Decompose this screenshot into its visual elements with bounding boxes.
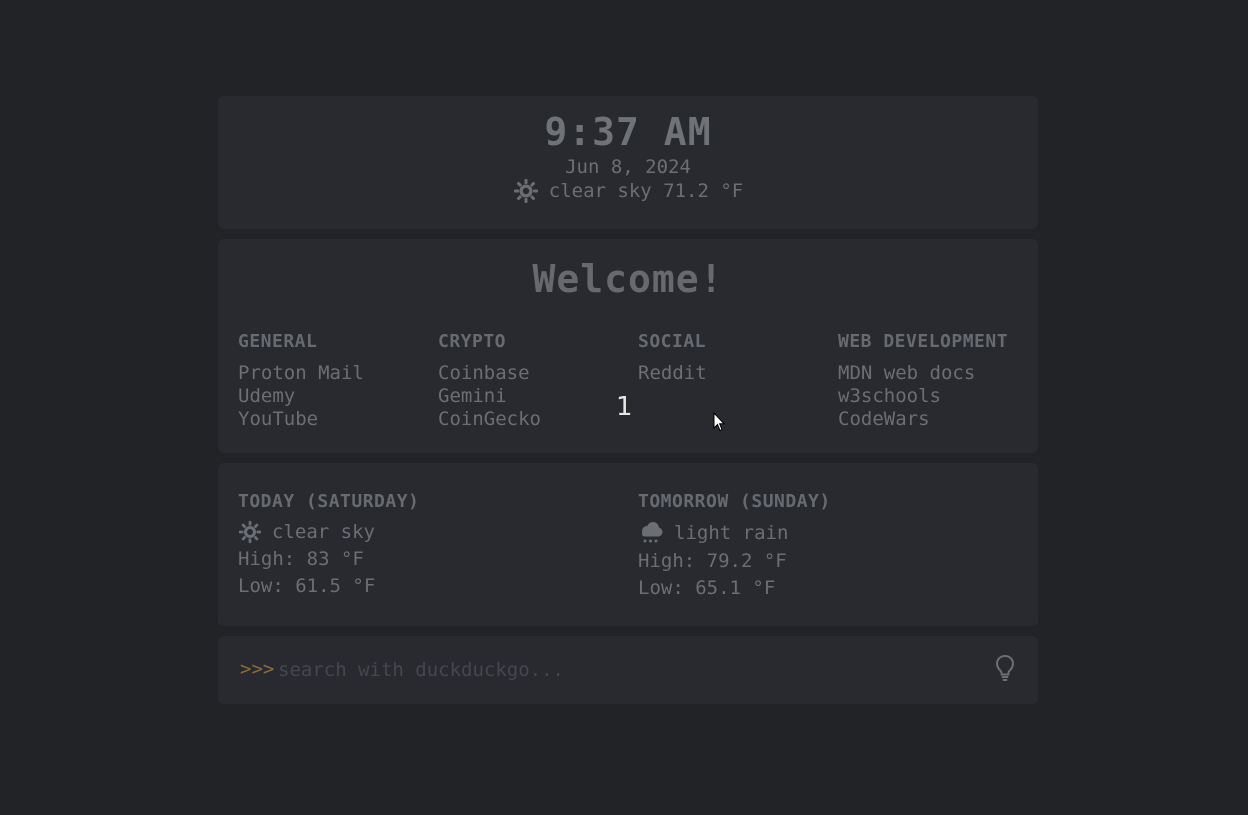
forecast-panel: TODAY (SATURDAY) clear sky High: 83 °F L… xyxy=(218,463,1038,626)
forecast-condition-text: clear sky xyxy=(272,521,375,543)
bookmark-link[interactable]: Reddit xyxy=(638,362,838,385)
bookmark-link[interactable]: Gemini xyxy=(438,385,638,408)
forecast-high: High: 83 °F xyxy=(238,548,364,570)
bookmark-group-web-development: WEB DEVELOPMENT MDN web docs w3schools C… xyxy=(838,331,1038,431)
rain-cloud-icon xyxy=(638,520,664,546)
forecast-low: Low: 61.5 °F xyxy=(238,575,376,597)
forecast-condition-text: light rain xyxy=(674,522,789,544)
bookmark-link[interactable]: MDN web docs xyxy=(838,362,1038,385)
search-input[interactable] xyxy=(278,652,958,688)
bookmark-group-general: GENERAL Proton Mail Udemy YouTube xyxy=(238,331,438,431)
current-weather-text: clear sky 71.2 °F xyxy=(548,180,744,202)
forecast-high: High: 79.2 °F xyxy=(638,550,787,572)
forecast-heading: TOMORROW (SUNDAY) xyxy=(638,491,831,512)
bookmark-group-crypto: CRYPTO Coinbase Gemini CoinGecko xyxy=(438,331,638,431)
bookmark-group-heading: WEB DEVELOPMENT xyxy=(838,331,1009,352)
forecast-tomorrow: TOMORROW (SUNDAY) light rain High: 79.2 … xyxy=(638,491,1018,602)
bookmark-link[interactable]: CodeWars xyxy=(838,408,1038,431)
bookmark-link[interactable]: Udemy xyxy=(238,385,438,408)
sun-icon xyxy=(513,178,539,204)
clock-date: Jun 8, 2024 xyxy=(565,156,691,178)
clock-panel: 9:37 AM Jun 8, 2024 clear sky 71.2 °F xyxy=(218,96,1038,229)
sun-icon xyxy=(238,520,262,544)
bookmark-link[interactable]: w3schools xyxy=(838,385,1038,408)
mouse-cursor-icon xyxy=(713,411,726,436)
bookmark-link[interactable]: Proton Mail xyxy=(238,362,438,385)
search-panel: >>> xyxy=(218,636,1038,704)
bookmark-group-social: SOCIAL Reddit xyxy=(638,331,838,385)
welcome-title: Welcome! xyxy=(532,257,724,301)
bookmark-group-heading: GENERAL xyxy=(238,331,318,352)
bookmark-link[interactable]: Coinbase xyxy=(438,362,638,385)
forecast-today: TODAY (SATURDAY) clear sky High: 83 °F L… xyxy=(238,491,618,600)
overlay-number-label: 1 xyxy=(616,392,633,422)
forecast-low: Low: 65.1 °F xyxy=(638,577,776,599)
bookmark-group-heading: CRYPTO xyxy=(438,331,507,352)
bookmark-group-heading: SOCIAL xyxy=(638,331,707,352)
lightbulb-icon[interactable] xyxy=(994,654,1016,686)
bookmark-link[interactable]: YouTube xyxy=(238,408,438,431)
current-weather: clear sky 71.2 °F xyxy=(218,178,1038,204)
forecast-condition: light rain xyxy=(638,520,1018,546)
bookmark-link[interactable]: CoinGecko xyxy=(438,408,638,431)
search-prompt: >>> xyxy=(240,658,275,680)
forecast-condition: clear sky xyxy=(238,520,618,544)
clock-time: 9:37 AM xyxy=(544,110,712,154)
forecast-heading: TODAY (SATURDAY) xyxy=(238,491,420,512)
